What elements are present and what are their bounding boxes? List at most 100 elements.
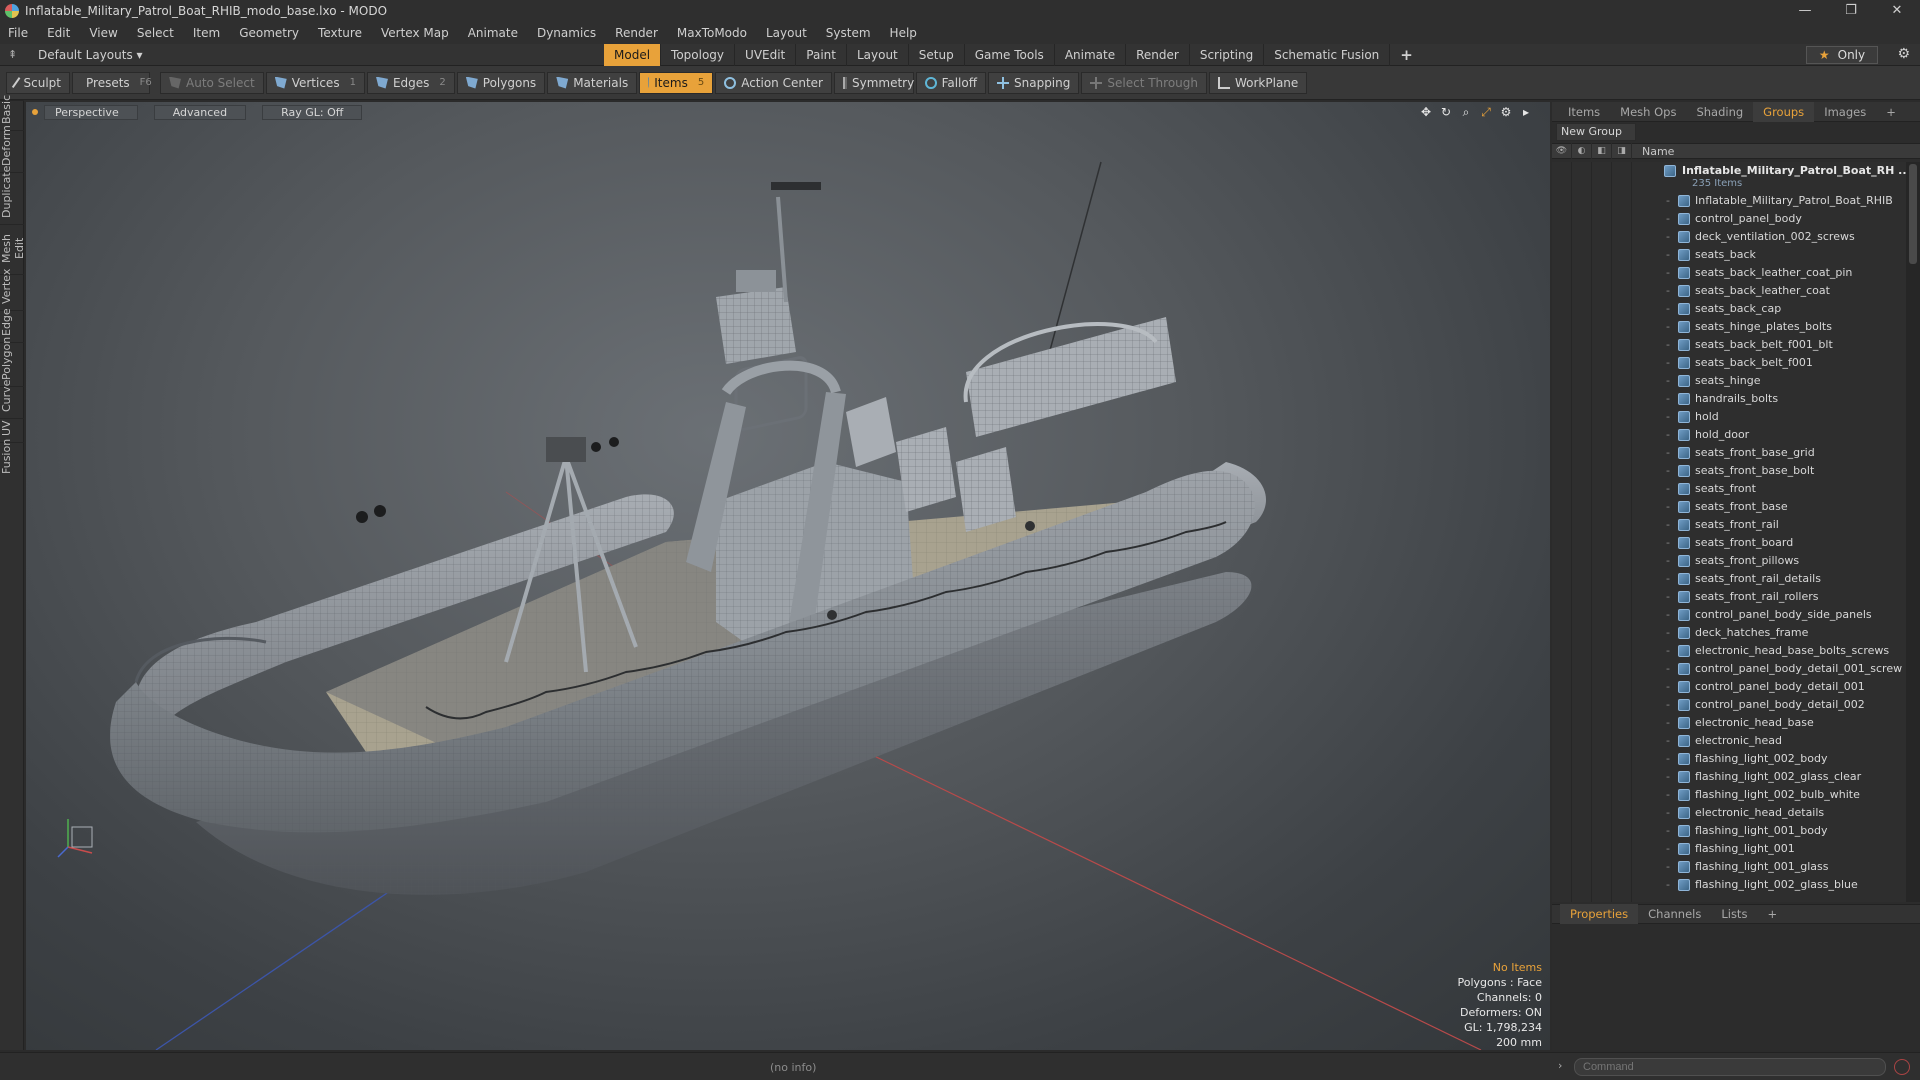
layout-tab-model[interactable]: Model [604,44,662,66]
group-list-item[interactable]: - flashing_light_001 [1552,840,1906,858]
group-list-item[interactable]: - flashing_light_002_glass_clear [1552,768,1906,786]
left-tab-basic[interactable]: Basic [0,95,24,128]
layout-tab-setup[interactable]: Setup [909,44,965,66]
select-column-icon[interactable]: ◨ [1612,143,1632,159]
group-list-item[interactable]: - seats_front_pillows [1552,552,1906,570]
visibility-column-icon[interactable]: 👁 [1552,143,1572,159]
maximize-button[interactable]: ❐ [1828,0,1874,22]
panel-tab-mesh-ops[interactable]: Mesh Ops [1610,102,1686,122]
props-tab-add[interactable]: + [1757,904,1787,924]
left-tab-vertex[interactable]: Vertex [0,269,24,308]
select-through-button[interactable]: Select Through [1081,71,1207,94]
layout-tab-schematic-fusion[interactable]: Schematic Fusion [1264,44,1391,66]
group-list-item[interactable]: - control_panel_body [1552,210,1906,228]
layout-tab-render[interactable]: Render [1126,44,1190,66]
zoom-view-icon[interactable]: ⌕ [1456,105,1476,120]
group-list-item[interactable]: - seats_hinge [1552,372,1906,390]
polygons-button[interactable]: Polygons [456,71,546,94]
left-tab-deform[interactable]: Deform [0,125,24,170]
layout-tab-layout[interactable]: Layout [847,44,909,66]
group-list-item[interactable]: - seats_front [1552,480,1906,498]
groups-scrollbar[interactable] [1906,162,1920,902]
group-list-item[interactable]: - seats_back_belt_f001 [1552,354,1906,372]
group-root-row[interactable]: Inflatable_Military_Patrol_Boat_RH ... [1552,162,1906,178]
viewport-menu-icon[interactable]: ▸ [1516,105,1536,120]
panel-tab-items[interactable]: Items [1558,102,1610,122]
group-list-item[interactable]: - electronic_head_base_bolts_screws [1552,642,1906,660]
group-list-item[interactable]: - control_panel_body_side_panels [1552,606,1906,624]
menu-file[interactable]: File [8,26,28,40]
props-tab-properties[interactable]: Properties [1560,904,1639,924]
menu-render[interactable]: Render [615,26,658,40]
group-list-item[interactable]: - flashing_light_002_bulb_white [1552,786,1906,804]
record-icon[interactable] [1894,1059,1910,1075]
menu-maxtomodo[interactable]: MaxToModo [677,26,747,40]
left-tab-edge[interactable]: Edge [0,308,24,340]
panel-tab-images[interactable]: Images [1814,102,1876,122]
snapping-button[interactable]: Snapping [988,71,1080,94]
viewport-settings-icon[interactable]: ⚙ [1496,105,1516,120]
rotate-view-icon[interactable]: ↻ [1436,105,1456,120]
menu-item[interactable]: Item [193,26,220,40]
fit-view-icon[interactable]: ⤢ [1476,105,1496,120]
minimize-button[interactable]: — [1782,0,1828,22]
menu-vertex-map[interactable]: Vertex Map [381,26,449,40]
group-list-item[interactable]: - flashing_light_002_glass_blue [1552,876,1906,894]
sculpt-button[interactable]: Sculpt [6,71,70,94]
group-list-item[interactable]: - control_panel_body_detail_001_screw [1552,660,1906,678]
layout-tab-uvedit[interactable]: UVEdit [735,44,797,66]
group-list-item[interactable]: - electronic_head [1552,732,1906,750]
menu-geometry[interactable]: Geometry [239,26,299,40]
panel-tab-shading[interactable]: Shading [1686,102,1753,122]
move-view-icon[interactable]: ✥ [1416,105,1436,120]
group-list-item[interactable]: - control_panel_body_detail_001 [1552,678,1906,696]
left-tab-curve[interactable]: Curve [0,380,24,416]
layout-tab-scripting[interactable]: Scripting [1190,44,1265,66]
group-list-item[interactable]: - seats_back_leather_coat [1552,282,1906,300]
group-list-item[interactable]: - seats_back_belt_f001_blt [1552,336,1906,354]
layout-tab-topology[interactable]: Topology [661,44,736,66]
menu-view[interactable]: View [89,26,117,40]
group-list-item[interactable]: - seats_front_base [1552,498,1906,516]
edges-button[interactable]: Edges 2 [366,71,455,94]
left-tab-polygon[interactable]: Polygon [0,337,24,384]
group-list-item[interactable]: - deck_ventilation_002_screws [1552,228,1906,246]
menu-system[interactable]: System [826,26,871,40]
layout-selector[interactable]: ⇞ Default Layouts ▾ [8,48,143,62]
panel-tab-add[interactable]: + [1876,102,1906,122]
panel-tab-groups[interactable]: Groups [1753,101,1815,122]
add-layout-tab-button[interactable]: + [1390,44,1423,66]
group-list-item[interactable]: - seats_front_rail [1552,516,1906,534]
group-list-item[interactable]: - seats_hinge_plates_bolts [1552,318,1906,336]
shading-button[interactable]: Advanced [153,104,247,120]
menu-help[interactable]: Help [890,26,917,40]
layout-tab-animate[interactable]: Animate [1055,44,1127,66]
render-column-icon[interactable]: ◐ [1572,143,1592,159]
group-list-item[interactable]: - hold [1552,408,1906,426]
group-list-item[interactable]: - seats_back [1552,246,1906,264]
group-list-item[interactable]: - seats_front_rail_details [1552,570,1906,588]
group-list-item[interactable]: - flashing_light_001_body [1552,822,1906,840]
left-tab-fusion[interactable]: Fusion [0,439,24,478]
only-button[interactable]: ★ Only [1806,46,1878,64]
group-list-item[interactable]: - Inflatable_Military_Patrol_Boat_RHIB [1552,192,1906,210]
group-list-item[interactable]: - hold_door [1552,426,1906,444]
items-button[interactable]: Items 5 [639,71,714,94]
group-list-item[interactable]: - seats_back_cap [1552,300,1906,318]
left-tab-duplicate[interactable]: Duplicate [0,166,24,222]
group-list-item[interactable]: - electronic_head_base [1552,714,1906,732]
left-tab-mesh-edit[interactable]: Mesh Edit [0,224,26,272]
menu-edit[interactable]: Edit [47,26,70,40]
group-list-item[interactable]: - handrails_bolts [1552,390,1906,408]
layout-tab-game-tools[interactable]: Game Tools [965,44,1055,66]
group-list-item[interactable]: - deck_hatches_frame [1552,624,1906,642]
group-list-item[interactable]: - seats_front_base_bolt [1552,462,1906,480]
command-input[interactable] [1574,1058,1886,1076]
workplane-button[interactable]: WorkPlane [1208,71,1308,94]
gear-icon[interactable]: ⚙ [1897,46,1910,62]
group-list-item[interactable]: - seats_front_base_grid [1552,444,1906,462]
close-button[interactable]: ✕ [1874,0,1920,22]
props-tab-lists[interactable]: Lists [1711,904,1757,924]
pin-icon[interactable]: ⇞ [8,48,22,61]
3d-viewport[interactable]: Perspective Advanced Ray GL: Off ✥ ↻ ⌕ ⤢… [26,102,1550,1050]
